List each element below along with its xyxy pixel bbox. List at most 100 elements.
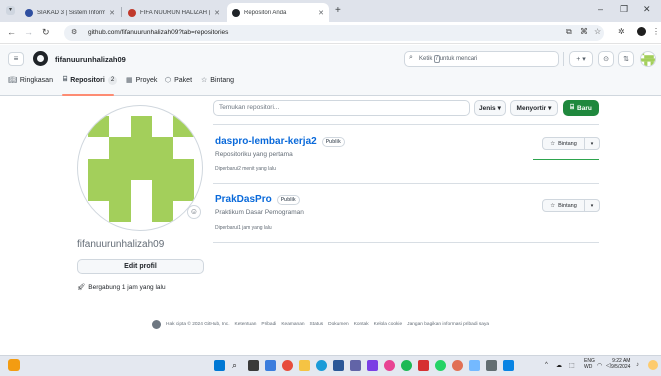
repo-row-1: daspro-lembar-kerja2 Publik	[215, 136, 345, 147]
repo-count-badge: 2	[107, 75, 118, 85]
star-list-dropdown[interactable]: ▾	[585, 138, 599, 149]
spotify-icon[interactable]	[401, 360, 412, 371]
footer-link[interactable]: Status	[310, 322, 324, 327]
edit-profile-button[interactable]: Edit profil	[77, 259, 204, 274]
star-button[interactable]: ☆ Bintang ▾	[542, 199, 600, 212]
github-favicon-icon	[232, 8, 240, 17]
install-icon[interactable]: ⧉	[566, 27, 572, 37]
minimize-icon[interactable]: –	[598, 4, 603, 14]
url-text[interactable]: github.com/fifanuurunhalizah09?tab=repos…	[88, 29, 228, 36]
photos-icon[interactable]	[486, 360, 497, 371]
user-avatar[interactable]	[640, 51, 656, 67]
browser-tab-spotify[interactable]: FIFA NUURUN HALIZAH (Spoo ✕	[123, 3, 225, 22]
app-icon[interactable]	[452, 360, 463, 371]
volume-icon[interactable]: ◁	[606, 362, 611, 369]
close-window-icon[interactable]: ✕	[643, 4, 651, 15]
site-info-icon[interactable]: ⚙	[71, 28, 77, 36]
header-username[interactable]: fifanuurunhalizah09	[55, 55, 126, 64]
file-explorer-icon[interactable]	[299, 360, 310, 371]
start-icon[interactable]	[214, 360, 225, 371]
store-icon[interactable]	[333, 360, 344, 371]
language-indicator[interactable]: ENG WD	[584, 358, 595, 370]
book-icon: 📖︎	[8, 77, 17, 84]
teams-icon[interactable]	[350, 360, 361, 371]
profile-username: fifanuurunhalizah09	[77, 239, 165, 250]
close-icon[interactable]: ✕	[318, 9, 324, 17]
visibility-badge: Publik	[321, 136, 345, 147]
menu-kebab-icon[interactable]: ⋮	[652, 27, 660, 36]
set-status-icon[interactable]: ☺	[187, 205, 201, 219]
show-hidden-icon[interactable]: ^	[545, 362, 548, 368]
pull-requests-icon[interactable]: ⇅	[618, 51, 634, 67]
tab-paket[interactable]: ⬡ Paket	[165, 74, 192, 86]
extensions-icon[interactable]: ✲	[618, 27, 625, 36]
joined-info: 🚀︎ Bergabung 1 jam yang lalu	[77, 283, 166, 292]
back-icon[interactable]: ←	[7, 27, 16, 37]
maximize-icon[interactable]: ❐	[620, 4, 628, 15]
siakad-favicon-icon	[25, 8, 33, 17]
repo-name-link[interactable]: daspro-lembar-kerja2	[215, 136, 317, 147]
footer-link[interactable]: Kontak	[354, 322, 369, 327]
profile-icon[interactable]	[637, 27, 646, 36]
repo-name-link[interactable]: PrakDasPro	[215, 194, 272, 205]
browser-tab-siakad[interactable]: SIAKAD 3 | Sistem Informasi Ak ✕	[20, 3, 120, 22]
notification-icon[interactable]: ♪	[636, 362, 639, 368]
tab-repositori[interactable]: ⌸ Repositori 2	[63, 74, 118, 86]
rocket-icon: 🚀︎	[77, 284, 86, 291]
footer-link[interactable]: Jangan bagikan informasi pribadi saya	[407, 322, 489, 327]
profile-avatar[interactable]	[77, 105, 203, 231]
hamburger-menu-icon[interactable]: ≡	[8, 52, 24, 66]
app-icon[interactable]	[384, 360, 395, 371]
type-filter-button[interactable]: Jenis ▾	[474, 100, 506, 116]
footer-link[interactable]: Kelola cookie	[374, 322, 403, 327]
tab-search-icon[interactable]: ▾	[6, 6, 15, 15]
cloud-icon[interactable]: ☁	[556, 362, 562, 369]
star-icon: ☆	[550, 140, 556, 147]
reload-icon[interactable]: ↻	[42, 27, 50, 38]
bookmark-star-icon[interactable]: ☆	[594, 27, 601, 36]
weather-widget-icon[interactable]	[8, 359, 20, 371]
star-button[interactable]: ☆ Bintang ▾	[542, 137, 600, 150]
browser-tab-repositori[interactable]: Repositori Anda ✕	[227, 3, 329, 22]
star-main[interactable]: ☆ Bintang	[543, 138, 585, 149]
new-repo-button[interactable]: ⌸ Baru	[563, 100, 599, 116]
issues-icon[interactable]: ⊙	[598, 51, 614, 67]
edge-icon[interactable]	[316, 360, 327, 371]
app-icon[interactable]	[367, 360, 378, 371]
tab-ringkasan[interactable]: 📖︎ Ringkasan	[8, 74, 53, 86]
close-icon[interactable]: ✕	[109, 9, 115, 17]
wifi-icon[interactable]: ◠	[597, 362, 602, 369]
task-view-icon[interactable]	[248, 360, 259, 371]
footer-link[interactable]: Pribadi	[261, 322, 276, 327]
star-main[interactable]: ☆ Bintang	[543, 200, 585, 211]
search-icon[interactable]: ⌕	[232, 360, 237, 371]
github-logo-icon[interactable]	[33, 51, 48, 66]
close-icon[interactable]: ✕	[214, 9, 220, 17]
tab-bintang[interactable]: ☆ Bintang	[201, 74, 234, 86]
footer-link[interactable]: Dokumen	[328, 322, 349, 327]
app-icon[interactable]	[418, 360, 429, 371]
sort-button[interactable]: Menyortir ▾	[510, 100, 558, 116]
translate-icon[interactable]: ⌘	[580, 27, 588, 36]
search-placeholder: Ketik / untuk mencari	[419, 55, 478, 63]
settings-icon[interactable]	[469, 360, 480, 371]
new-tab-button[interactable]: +	[335, 5, 341, 16]
forward-icon[interactable]: →	[24, 27, 33, 37]
tray-app-icon[interactable]: ⬚	[569, 362, 575, 369]
repo-icon: ⌸	[570, 104, 575, 111]
create-new-button[interactable]: + ▾	[569, 51, 593, 67]
app-icon[interactable]	[503, 360, 514, 371]
github-logo-icon	[152, 320, 161, 329]
table-icon: ▦	[126, 77, 133, 84]
whatsapp-icon[interactable]	[435, 360, 446, 371]
clock[interactable]: 9:22 AM 9/5/2024	[611, 358, 630, 370]
footer-link[interactable]: Ketentuan	[235, 322, 257, 327]
chrome-icon[interactable]	[282, 360, 293, 371]
copilot-icon[interactable]	[648, 360, 658, 370]
tab-proyek[interactable]: ▦ Proyek	[126, 74, 157, 86]
vscode-icon[interactable]	[265, 360, 276, 371]
footer-link[interactable]: Keamanan	[281, 322, 304, 327]
list-divider	[213, 183, 599, 184]
star-list-dropdown[interactable]: ▾	[585, 200, 599, 211]
profile-favicon-icon	[128, 8, 136, 17]
